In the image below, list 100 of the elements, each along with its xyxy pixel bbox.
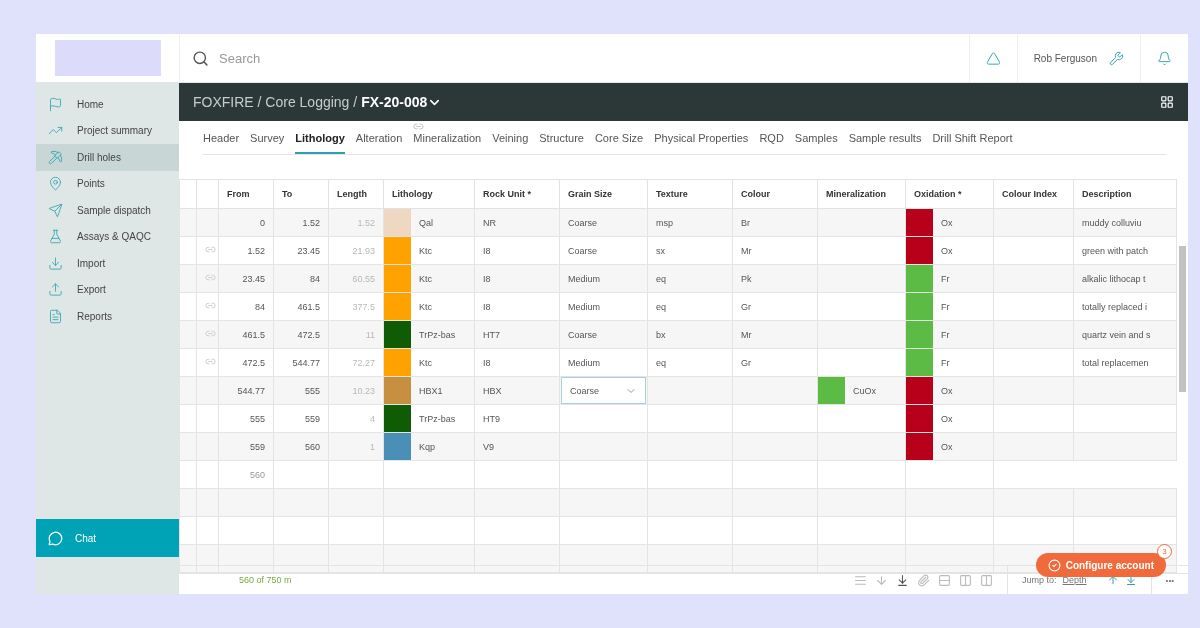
table-cell: 1.52 xyxy=(218,236,274,265)
triangle-icon[interactable] xyxy=(985,50,1001,66)
tab[interactable]: Survey xyxy=(250,132,285,154)
column-header[interactable]: Description xyxy=(1073,179,1177,209)
column-header[interactable]: From xyxy=(218,179,274,209)
table-cell: Fr xyxy=(941,273,950,284)
tab[interactable]: Physical Properties xyxy=(654,132,749,154)
more-button[interactable]: ••• xyxy=(1151,575,1188,585)
table-cell: Medium xyxy=(559,264,648,293)
table-cell: 84 xyxy=(218,292,274,321)
arrow-down-to-line-icon[interactable] xyxy=(1124,574,1137,586)
scrollbar[interactable] xyxy=(1179,246,1186,392)
arrow-down-icon[interactable] xyxy=(875,573,889,587)
link-icon xyxy=(205,244,216,255)
chat-icon xyxy=(48,530,63,546)
table-cell: HBX xyxy=(474,376,560,405)
sidebar-item[interactable]: Project summary xyxy=(36,117,179,144)
table-cell: Mr xyxy=(732,320,818,349)
tab[interactable]: Alteration xyxy=(355,132,403,154)
table-cell: 1 xyxy=(328,432,384,461)
sidebar-item[interactable]: Sample dispatch xyxy=(36,197,179,224)
pickaxe-icon xyxy=(48,149,63,165)
table-cell: totally replaced i xyxy=(1073,292,1177,321)
pin-icon xyxy=(48,176,63,192)
sidebar-item[interactable]: Import xyxy=(36,250,179,277)
jump-field[interactable]: Depth xyxy=(1062,575,1087,585)
drill-hole-selector[interactable]: FX-20-008 xyxy=(361,94,428,110)
column-header[interactable]: Mineralization xyxy=(817,179,906,209)
sidebar-item[interactable]: Home xyxy=(36,91,179,118)
table-cell: I8 xyxy=(474,292,560,321)
sidebar-item[interactable]: Points xyxy=(36,170,179,197)
link-icon xyxy=(205,272,216,283)
table-cell: Fr xyxy=(941,357,950,368)
table-cell: Mr xyxy=(732,236,818,265)
table-cell: 1.52 xyxy=(328,208,384,237)
align-icon[interactable] xyxy=(854,573,868,587)
column-header[interactable]: Colour Index xyxy=(993,179,1074,209)
tab[interactable]: Structure xyxy=(539,132,584,154)
link-icon xyxy=(205,356,216,367)
table-cell: I8 xyxy=(474,348,560,377)
table-cell: 555 xyxy=(273,376,329,405)
tab[interactable]: Sample results xyxy=(848,132,922,154)
flask-icon xyxy=(48,229,63,245)
table-cell: 461.5 xyxy=(273,292,329,321)
table-cell: CuOx xyxy=(853,385,876,396)
search-icon xyxy=(192,49,209,67)
rows-icon[interactable] xyxy=(938,573,952,587)
arrow-down-to-line-icon[interactable] xyxy=(896,573,910,587)
column-header[interactable]: Grain Size xyxy=(559,179,648,209)
column-header[interactable]: Lithology xyxy=(383,179,475,209)
tab[interactable]: Veining xyxy=(492,132,529,154)
arrow-up-icon[interactable] xyxy=(1106,574,1119,586)
table-cell: Fr xyxy=(941,301,950,312)
grain-size-dropdown[interactable]: Coarse xyxy=(561,377,646,404)
table-cell: Ktc xyxy=(419,245,432,256)
tab[interactable]: Drill Shift Report xyxy=(932,132,1013,154)
table-cell: 23.45 xyxy=(218,264,274,293)
upload-icon xyxy=(48,282,63,298)
sidebar-item[interactable]: Drill holes xyxy=(36,144,179,171)
table-cell: 377.5 xyxy=(328,292,384,321)
table-cell: Ktc xyxy=(419,301,432,312)
wrench-icon[interactable] xyxy=(1109,50,1124,66)
column-header[interactable]: Colour xyxy=(732,179,818,209)
column-header[interactable]: Texture xyxy=(647,179,733,209)
sidebar-item[interactable]: Reports xyxy=(36,303,179,330)
table-cell: Ktc xyxy=(419,273,432,284)
table-cell: green with patch xyxy=(1073,236,1177,265)
columns-icon[interactable] xyxy=(1160,95,1174,109)
table-cell: Medium xyxy=(559,292,648,321)
column-header[interactable]: Length xyxy=(328,179,384,209)
table-cell: Pk xyxy=(732,264,818,293)
column-header[interactable]: To xyxy=(273,179,329,209)
notifications-icon[interactable] xyxy=(1157,50,1172,66)
tab[interactable]: Core Size xyxy=(594,132,644,154)
table-cell: 555 xyxy=(218,404,274,433)
table-cell: muddy colluviu xyxy=(1073,208,1177,237)
table-cell: 559 xyxy=(273,404,329,433)
column-header[interactable]: Rock Unit * xyxy=(474,179,560,209)
tab[interactable]: Lithology xyxy=(295,132,345,154)
table-cell: 23.45 xyxy=(273,236,329,265)
sidebar-item[interactable]: Assays & QAQC xyxy=(36,223,179,250)
link-icon xyxy=(205,300,216,311)
tab[interactable]: Mineralization xyxy=(413,132,482,154)
table-cell: 10.23 xyxy=(328,376,384,405)
paperclip-icon[interactable] xyxy=(917,573,931,587)
sidebar-item[interactable]: Export xyxy=(36,276,179,303)
column-header[interactable]: Oxidation * xyxy=(905,179,994,209)
table-cell: Coarse xyxy=(559,236,648,265)
table-cell: TrPz-bas xyxy=(419,413,456,424)
table-cell: Gr xyxy=(732,348,818,377)
table-cell: Coarse xyxy=(559,320,648,349)
tab[interactable]: Samples xyxy=(794,132,838,154)
table-cell: 1.52 xyxy=(273,208,329,237)
table-cell: msp xyxy=(647,208,733,237)
table-cell: HT9 xyxy=(474,404,560,433)
table-cell: 472.5 xyxy=(273,320,329,349)
jump-label: Jump to: xyxy=(1022,575,1057,585)
tab[interactable]: RQD xyxy=(759,132,784,154)
tab[interactable]: Header xyxy=(203,132,240,154)
table-cell: Qal xyxy=(419,217,433,228)
